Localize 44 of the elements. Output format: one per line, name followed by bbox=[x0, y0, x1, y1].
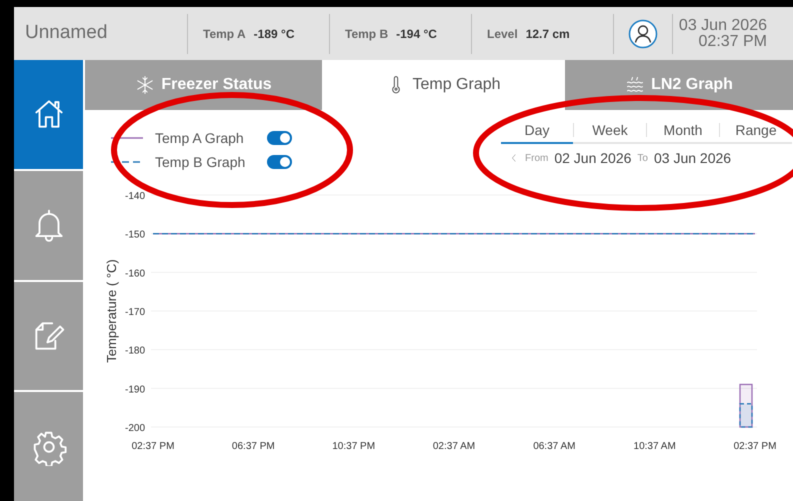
y-tick-label: -200 bbox=[124, 423, 145, 434]
legend-line-icon bbox=[111, 137, 143, 139]
y-tick-label: -170 bbox=[124, 307, 145, 318]
legend-line-icon bbox=[111, 161, 143, 163]
reading-value: -189 °C bbox=[254, 26, 294, 42]
x-tick-label: 06:37 PM bbox=[232, 441, 275, 452]
date-text: 03 Jun 2026 bbox=[678, 18, 767, 34]
sidebar-button[interactable] bbox=[14, 60, 83, 169]
reading-value: 12.7 cm bbox=[526, 26, 570, 42]
x-tick-label: 06:37 AM bbox=[533, 441, 576, 452]
x-tick-label: 02:37 PM bbox=[734, 441, 776, 452]
period-tab[interactable]: Week bbox=[574, 117, 646, 143]
snowflake-icon bbox=[135, 75, 156, 95]
sidebar-button[interactable] bbox=[14, 392, 83, 501]
sidebar-button[interactable] bbox=[14, 170, 83, 280]
y-tick-label: -140 bbox=[124, 191, 145, 202]
period-tab[interactable]: Day bbox=[501, 118, 573, 144]
x-tick-label: 10:37 AM bbox=[634, 441, 676, 452]
toggle-switch[interactable] bbox=[267, 155, 292, 169]
reading-label: Temp A bbox=[203, 26, 246, 42]
reading-label: Level bbox=[487, 26, 518, 42]
legend-label: Temp A Graph bbox=[155, 128, 245, 148]
y-tick-label: -190 bbox=[124, 384, 145, 396]
y-tick-label: -150 bbox=[124, 230, 145, 241]
time-text: 02:37 PM bbox=[698, 34, 767, 50]
from-date: 02 Jun 2026 bbox=[554, 148, 632, 168]
user-icon[interactable] bbox=[628, 18, 658, 48]
period-tab[interactable]: Month bbox=[647, 117, 719, 143]
to-date: 03 Jun 2026 bbox=[654, 148, 732, 168]
y-axis-title: Temperature ( °C) bbox=[104, 259, 119, 363]
x-tick-label: 02:37 AM bbox=[432, 441, 476, 452]
device-name: Unnamed bbox=[24, 21, 108, 46]
to-label: To bbox=[637, 152, 648, 166]
reading-label: Temp B bbox=[345, 26, 388, 42]
from-label: From bbox=[525, 152, 548, 166]
legend-label: Temp B Graph bbox=[155, 152, 246, 172]
x-tick-label: 10:37 PM bbox=[332, 441, 376, 452]
period-tab[interactable]: Range bbox=[720, 117, 792, 143]
toggle-switch[interactable] bbox=[267, 131, 292, 145]
y-tick-label: -180 bbox=[124, 346, 145, 357]
x-tick-label: 02:37 PM bbox=[132, 441, 174, 452]
y-tick-label: -160 bbox=[124, 268, 145, 280]
sidebar-button[interactable] bbox=[14, 282, 83, 390]
reading-value: -194 °C bbox=[396, 26, 437, 42]
